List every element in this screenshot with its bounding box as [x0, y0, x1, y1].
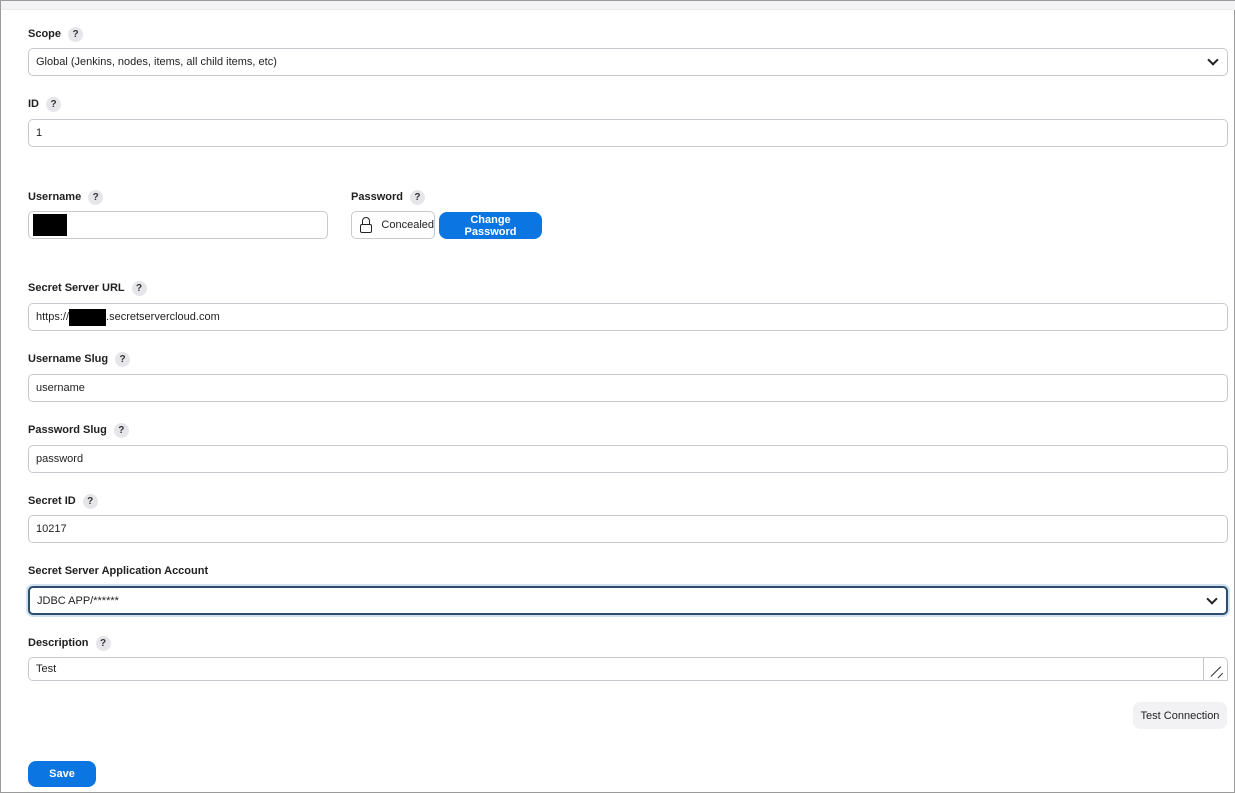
redacted-url-segment: [69, 308, 107, 326]
help-icon[interactable]: ?: [409, 189, 425, 205]
secret-server-url-label-row: Secret Server URL ?: [28, 278, 147, 298]
test-connection-button[interactable]: Test Connection: [1133, 702, 1227, 729]
username-label: Username: [28, 191, 82, 203]
description-textarea[interactable]: Test: [28, 657, 1228, 681]
url-suffix: .secretservercloud.com: [106, 311, 220, 323]
chevron-down-icon: [1206, 592, 1218, 605]
id-input[interactable]: 1: [28, 119, 1228, 147]
application-account-label: Secret Server Application Account: [28, 565, 209, 577]
help-icon[interactable]: ?: [113, 422, 129, 438]
help-icon[interactable]: ?: [46, 96, 61, 112]
password-slug-value: password: [36, 453, 84, 465]
credentials-form-window: Scope ? Global (Jenkins, nodes, items, a…: [0, 0, 1235, 793]
password-slug-label: Password Slug: [28, 424, 107, 436]
username-slug-label: Username Slug: [28, 353, 109, 365]
save-button[interactable]: Save: [28, 761, 96, 787]
scope-select-value: Global (Jenkins, nodes, items, all child…: [36, 56, 277, 68]
secret-id-value: 10217: [36, 523, 67, 535]
username-label-row: Username ?: [28, 187, 104, 207]
description-value: Test: [36, 663, 57, 675]
url-prefix: https://: [36, 311, 70, 323]
help-icon[interactable]: ?: [95, 635, 111, 651]
username-input[interactable]: [28, 211, 328, 239]
secret-id-label: Secret ID: [28, 495, 76, 507]
id-label-row: ID ?: [28, 94, 61, 114]
secret-id-label-row: Secret ID ?: [28, 491, 98, 511]
username-slug-label-row: Username Slug ?: [28, 349, 131, 369]
secret-id-input[interactable]: 10217: [28, 515, 1228, 543]
chevron-down-icon: [1207, 54, 1219, 66]
secret-server-url-input[interactable]: https:// .secretservercloud.com: [28, 303, 1228, 331]
password-label: Password: [351, 191, 403, 203]
username-slug-value: username: [36, 382, 85, 394]
id-label: ID: [28, 98, 39, 110]
help-icon[interactable]: ?: [115, 351, 131, 367]
description-label: Description: [28, 637, 89, 649]
password-slug-label-row: Password Slug ?: [28, 420, 129, 440]
application-account-select[interactable]: JDBC APP/******: [28, 586, 1228, 615]
lock-icon: [360, 217, 372, 233]
help-icon[interactable]: ?: [82, 493, 98, 509]
password-slug-input[interactable]: password: [28, 445, 1228, 473]
scope-select[interactable]: Global (Jenkins, nodes, items, all child…: [28, 48, 1228, 76]
help-icon[interactable]: ?: [131, 280, 147, 296]
change-password-button[interactable]: Change Password: [439, 212, 542, 239]
application-account-value: JDBC APP/******: [37, 594, 119, 607]
password-status: Concealed: [381, 219, 434, 231]
top-bar: [1, 1, 1235, 10]
id-input-value: 1: [36, 127, 43, 139]
password-label-row: Password ?: [351, 187, 425, 207]
resize-grip-icon[interactable]: [1203, 658, 1227, 680]
description-label-row: Description ?: [28, 633, 111, 653]
help-icon[interactable]: ?: [68, 26, 84, 42]
scope-label-row: Scope ?: [28, 24, 84, 44]
help-icon[interactable]: ?: [88, 189, 104, 205]
password-concealed-field: Concealed: [351, 211, 435, 239]
scope-label: Scope: [28, 28, 62, 40]
secret-server-url-label: Secret Server URL: [28, 282, 125, 294]
application-account-label-row: Secret Server Application Account: [28, 561, 208, 581]
redacted-username: [33, 214, 67, 236]
username-slug-input[interactable]: username: [28, 374, 1228, 402]
